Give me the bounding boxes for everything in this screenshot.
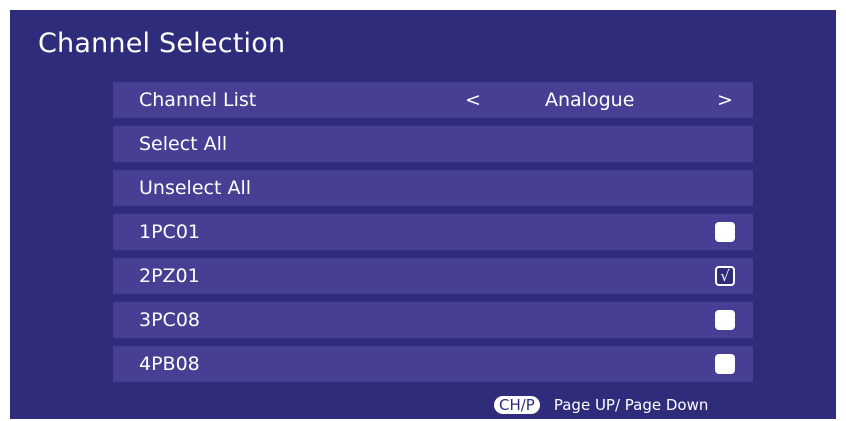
select-all-button[interactable]: Select All [113, 126, 753, 162]
chevron-left-icon[interactable]: < [465, 89, 481, 111]
menu-list: Channel List < Analogue > Select All Uns… [113, 82, 753, 390]
channel-row[interactable]: 4PB08 [113, 346, 753, 382]
channel-checkbox[interactable] [715, 354, 735, 374]
channel-name: 1PC01 [139, 221, 200, 243]
channel-list-label: Channel List [139, 89, 257, 111]
channel-list-selector[interactable]: < Analogue > [465, 82, 733, 118]
channel-row[interactable]: 1PC01 [113, 214, 753, 250]
channel-checkbox[interactable]: √ [715, 266, 735, 286]
channel-name: 4PB08 [139, 353, 200, 375]
channel-list-value: Analogue [545, 89, 635, 111]
select-all-label: Select All [139, 133, 228, 155]
channel-checkbox[interactable] [715, 310, 735, 330]
channel-name: 2PZ01 [139, 265, 200, 287]
channel-name: 3PC08 [139, 309, 200, 331]
page-title: Channel Selection [38, 28, 286, 59]
ch-page-key-badge: CH/P [494, 396, 540, 414]
unselect-all-label: Unselect All [139, 177, 251, 199]
channel-row[interactable]: 2PZ01 √ [113, 258, 753, 294]
chevron-right-icon[interactable]: > [717, 89, 733, 111]
unselect-all-button[interactable]: Unselect All [113, 170, 753, 206]
channel-row[interactable]: 3PC08 [113, 302, 753, 338]
channel-list-row[interactable]: Channel List < Analogue > [113, 82, 753, 118]
footer-hint: CH/P Page UP/ Page Down [494, 396, 708, 414]
page-hint-text: Page UP/ Page Down [553, 396, 709, 414]
checkmark-icon: √ [720, 266, 730, 285]
channel-checkbox[interactable] [715, 222, 735, 242]
channel-selection-panel: Channel Selection Channel List < Analogu… [10, 10, 836, 419]
